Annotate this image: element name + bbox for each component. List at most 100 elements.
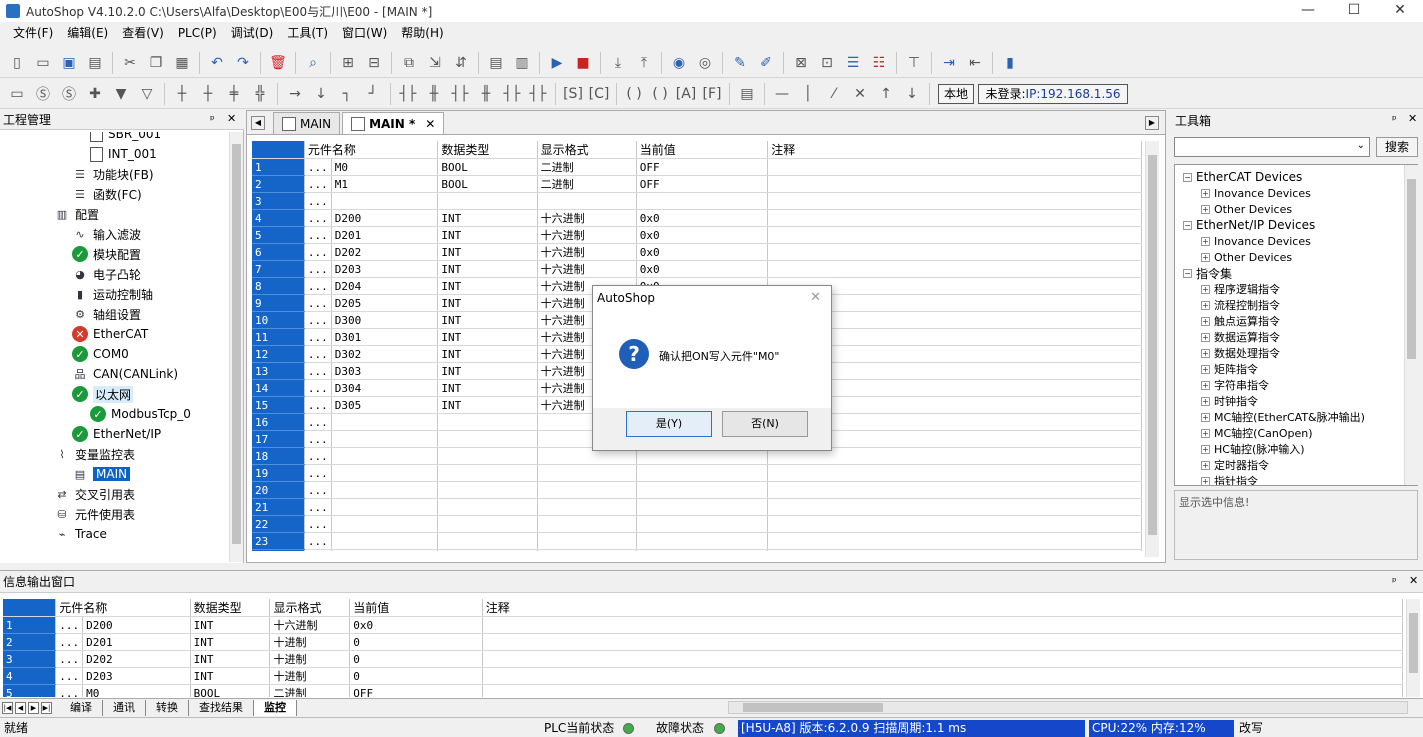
- branch4-icon[interactable]: ╬: [249, 83, 271, 105]
- contact-pp-icon[interactable]: ┤├: [501, 83, 523, 105]
- cut-icon[interactable]: ✂: [119, 52, 141, 74]
- browse-cell[interactable]: ...: [55, 650, 84, 668]
- st-icon[interactable]: Ⓢ: [58, 83, 80, 105]
- project-item[interactable]: ⚙ 轴组设置: [72, 304, 141, 324]
- toolbox-item[interactable]: − EtherNet/IP Devices: [1183, 217, 1315, 233]
- contact-nn-icon[interactable]: ┤├: [527, 83, 549, 105]
- output-hscrollbar[interactable]: [728, 701, 1408, 714]
- contact-nc-icon[interactable]: ╫: [423, 83, 445, 105]
- expand-icon[interactable]: +: [1201, 444, 1210, 454]
- tab-find-results[interactable]: 查找结果: [189, 699, 254, 716]
- expand-icon[interactable]: +: [1201, 460, 1210, 470]
- project-item[interactable]: ☰ 功能块(FB): [72, 164, 153, 184]
- browse-cell[interactable]: ...: [55, 616, 84, 634]
- del-vline-icon[interactable]: ✕: [849, 83, 871, 105]
- browse-cell[interactable]: ...: [304, 311, 332, 329]
- grid-icon[interactable]: ⊠: [790, 52, 812, 74]
- browse-cell[interactable]: ...: [304, 447, 332, 465]
- tab-convert[interactable]: 转换: [146, 699, 189, 716]
- compare-icon[interactable]: ⇵: [450, 52, 472, 74]
- expand-icon[interactable]: +: [1201, 476, 1210, 485]
- browse-cell[interactable]: ...: [304, 532, 332, 550]
- project-item[interactable]: ✓ 以太网: [72, 384, 134, 404]
- menu-tools[interactable]: 工具(T): [280, 22, 335, 44]
- yes-button[interactable]: 是(Y): [626, 411, 712, 437]
- table-row[interactable]: 1... M0 BOOL 二进制 OFF: [252, 158, 1142, 176]
- copy-icon[interactable]: ❐: [145, 52, 167, 74]
- vline-icon[interactable]: ↓: [310, 83, 332, 105]
- project-item[interactable]: ⇄ 交叉引用表: [54, 484, 135, 504]
- sfc-icon[interactable]: Ⓢ: [32, 83, 54, 105]
- browse-cell[interactable]: ...: [304, 430, 332, 448]
- table-row[interactable]: 3... D202 INT 十进制 0: [3, 650, 1403, 668]
- table-row[interactable]: 5... D201 INT 十六进制 0x0: [252, 226, 1142, 244]
- contact-p-icon[interactable]: ┤├: [449, 83, 471, 105]
- project-item[interactable]: ▥ 配置: [54, 204, 99, 224]
- toolbox-item[interactable]: + MC轴控(CanOpen): [1201, 425, 1313, 441]
- collapse-icon[interactable]: −: [1183, 268, 1192, 278]
- no-button[interactable]: 否(N): [722, 411, 808, 437]
- collapse-icon[interactable]: −: [1183, 220, 1192, 230]
- menu-edit[interactable]: 编辑(E): [60, 22, 115, 44]
- contact-cross-icon[interactable]: ✚: [84, 83, 106, 105]
- tab-close-icon[interactable]: ✕: [425, 117, 435, 131]
- table-row[interactable]: 22...: [252, 515, 1142, 533]
- expand-icon[interactable]: +: [1201, 204, 1210, 214]
- toolbox-item[interactable]: + 流程控制指令: [1201, 297, 1280, 313]
- menu-file[interactable]: 文件(F): [6, 22, 60, 44]
- table-row[interactable]: 4... D203 INT 十进制 0: [3, 667, 1403, 685]
- collapse-icon[interactable]: −: [1183, 172, 1192, 182]
- func-icon[interactable]: [C]: [588, 83, 610, 105]
- close-button[interactable]: ✕: [1377, 0, 1423, 22]
- coil-a-icon[interactable]: [A]: [675, 83, 697, 105]
- tab-compile[interactable]: 编译: [60, 699, 103, 716]
- export-icon[interactable]: ⇲: [424, 52, 446, 74]
- compile-icon[interactable]: ▤: [485, 52, 507, 74]
- output-scrollbar[interactable]: [1406, 599, 1420, 697]
- expand-icon[interactable]: +: [1201, 236, 1210, 246]
- toolbox-item[interactable]: + 数据运算指令: [1201, 329, 1280, 345]
- project-item[interactable]: ▤ MAIN: [72, 464, 131, 484]
- toolbox-item[interactable]: + MC轴控(EtherCAT&脉冲输出): [1201, 409, 1365, 425]
- project-scrollbar[interactable]: [229, 132, 243, 562]
- nav-first-icon[interactable]: |◀: [2, 701, 13, 714]
- network-config-icon[interactable]: ⊞: [337, 52, 359, 74]
- vline2-icon[interactable]: │: [797, 83, 819, 105]
- undo-icon[interactable]: ↶: [206, 52, 228, 74]
- output-pin-icon[interactable]: ᵖ: [1392, 575, 1397, 588]
- table-row[interactable]: 6... D202 INT 十六进制 0x0: [252, 243, 1142, 261]
- browse-cell[interactable]: ...: [304, 209, 332, 227]
- table-row[interactable]: 1... D200 INT 十六进制 0x0: [3, 616, 1403, 634]
- toolbox-item[interactable]: + Inovance Devices: [1201, 233, 1311, 249]
- redo-icon[interactable]: ↷: [232, 52, 254, 74]
- browse-cell[interactable]: ...: [304, 464, 332, 482]
- dialog-close-icon[interactable]: ✕: [810, 290, 821, 305]
- arrow-up-icon[interactable]: ↑: [875, 83, 897, 105]
- project-item[interactable]: 品 CAN(CANLink): [72, 364, 179, 384]
- logout-icon[interactable]: ⇤: [964, 52, 986, 74]
- device-icon[interactable]: ⊟: [363, 52, 385, 74]
- tab-scroll-right-icon[interactable]: ▶: [1145, 116, 1159, 130]
- toolbox-item[interactable]: + 时钟指令: [1201, 393, 1258, 409]
- project-item[interactable]: INT_001: [90, 144, 157, 164]
- delete-row-icon[interactable]: ☷: [868, 52, 890, 74]
- run-icon[interactable]: ▶: [546, 52, 568, 74]
- table-row[interactable]: 5... M0 BOOL 二进制 OFF: [3, 684, 1403, 697]
- output-close-icon[interactable]: ✕: [1409, 574, 1418, 587]
- browse-cell[interactable]: ...: [304, 498, 332, 516]
- browse-cell[interactable]: ...: [304, 345, 332, 363]
- coil2-icon[interactable]: ( ): [649, 83, 671, 105]
- toolbox-item[interactable]: + 指针指令: [1201, 473, 1258, 485]
- toolbox-pin-icon[interactable]: ᵖ: [1392, 113, 1397, 126]
- table-row[interactable]: 19...: [252, 464, 1142, 482]
- line-up-icon[interactable]: ┐: [336, 83, 358, 105]
- edit-icon[interactable]: ✐: [755, 52, 777, 74]
- toolbox-search-button[interactable]: 搜索: [1376, 137, 1418, 157]
- browse-cell[interactable]: ...: [304, 192, 332, 210]
- table-row[interactable]: 24...: [252, 549, 1142, 551]
- expand-icon[interactable]: +: [1201, 252, 1210, 262]
- toolbox-close-icon[interactable]: ✕: [1408, 112, 1417, 125]
- project-item[interactable]: ✕ EtherCAT: [72, 324, 148, 344]
- project-item[interactable]: ☰ 函数(FC): [72, 184, 142, 204]
- book-icon[interactable]: ▮: [999, 52, 1021, 74]
